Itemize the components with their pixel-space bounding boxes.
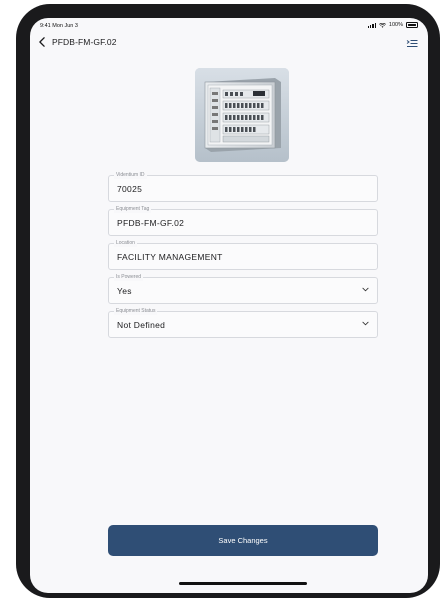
is-powered-select[interactable]: Is Powered Yes <box>108 274 378 304</box>
location-label: Location <box>114 240 137 247</box>
equipment-photo[interactable] <box>195 68 289 162</box>
equipment-tag-field[interactable]: Equipment Tag PFDB-FM-GF.02 <box>108 206 378 236</box>
chevron-left-icon <box>39 37 45 47</box>
app-screen: 9:41 Mon Jun 3 100% PFDB-FM-GF.02 Vident… <box>30 18 428 593</box>
equipment-status-label: Equipment Status <box>114 308 158 315</box>
is-powered-value: Yes <box>117 286 132 296</box>
videntium-id-value: 70025 <box>117 184 143 194</box>
chevron-down-icon <box>362 321 369 326</box>
chevron-down-icon <box>362 287 369 292</box>
is-powered-label: Is Powered <box>114 274 144 281</box>
home-indicator[interactable] <box>179 582 307 585</box>
list-menu-icon[interactable] <box>406 39 418 49</box>
status-indicators: 100% <box>367 22 418 28</box>
back-button[interactable]: PFDB-FM-GF.02 <box>38 37 117 47</box>
equipment-tag-label: Equipment Tag <box>114 206 152 213</box>
save-changes-button[interactable]: Save Changes <box>108 525 378 556</box>
equipment-tag-value: PFDB-FM-GF.02 <box>117 218 185 228</box>
location-field[interactable]: Location FACILITY MANAGEMENT <box>108 240 378 270</box>
videntium-id-field[interactable]: Videntium ID 70025 <box>108 172 378 202</box>
equipment-status-value: Not Defined <box>117 320 166 330</box>
battery-percent: 100% <box>388 22 403 28</box>
status-time: 9:41 Mon Jun 3 <box>40 23 78 29</box>
location-value: FACILITY MANAGEMENT <box>117 252 223 262</box>
page-title: PFDB-FM-GF.02 <box>52 37 117 47</box>
battery-icon <box>406 22 418 28</box>
cellular-signal-icon <box>367 22 376 28</box>
nav-bar: PFDB-FM-GF.02 <box>30 32 428 56</box>
wifi-icon <box>378 22 386 28</box>
status-bar: 9:41 Mon Jun 3 100% <box>30 18 428 32</box>
videntium-id-label: Videntium ID <box>114 172 147 179</box>
tablet-frame: 9:41 Mon Jun 3 100% PFDB-FM-GF.02 Vident… <box>16 4 440 598</box>
equipment-status-select[interactable]: Equipment Status Not Defined <box>108 308 378 338</box>
